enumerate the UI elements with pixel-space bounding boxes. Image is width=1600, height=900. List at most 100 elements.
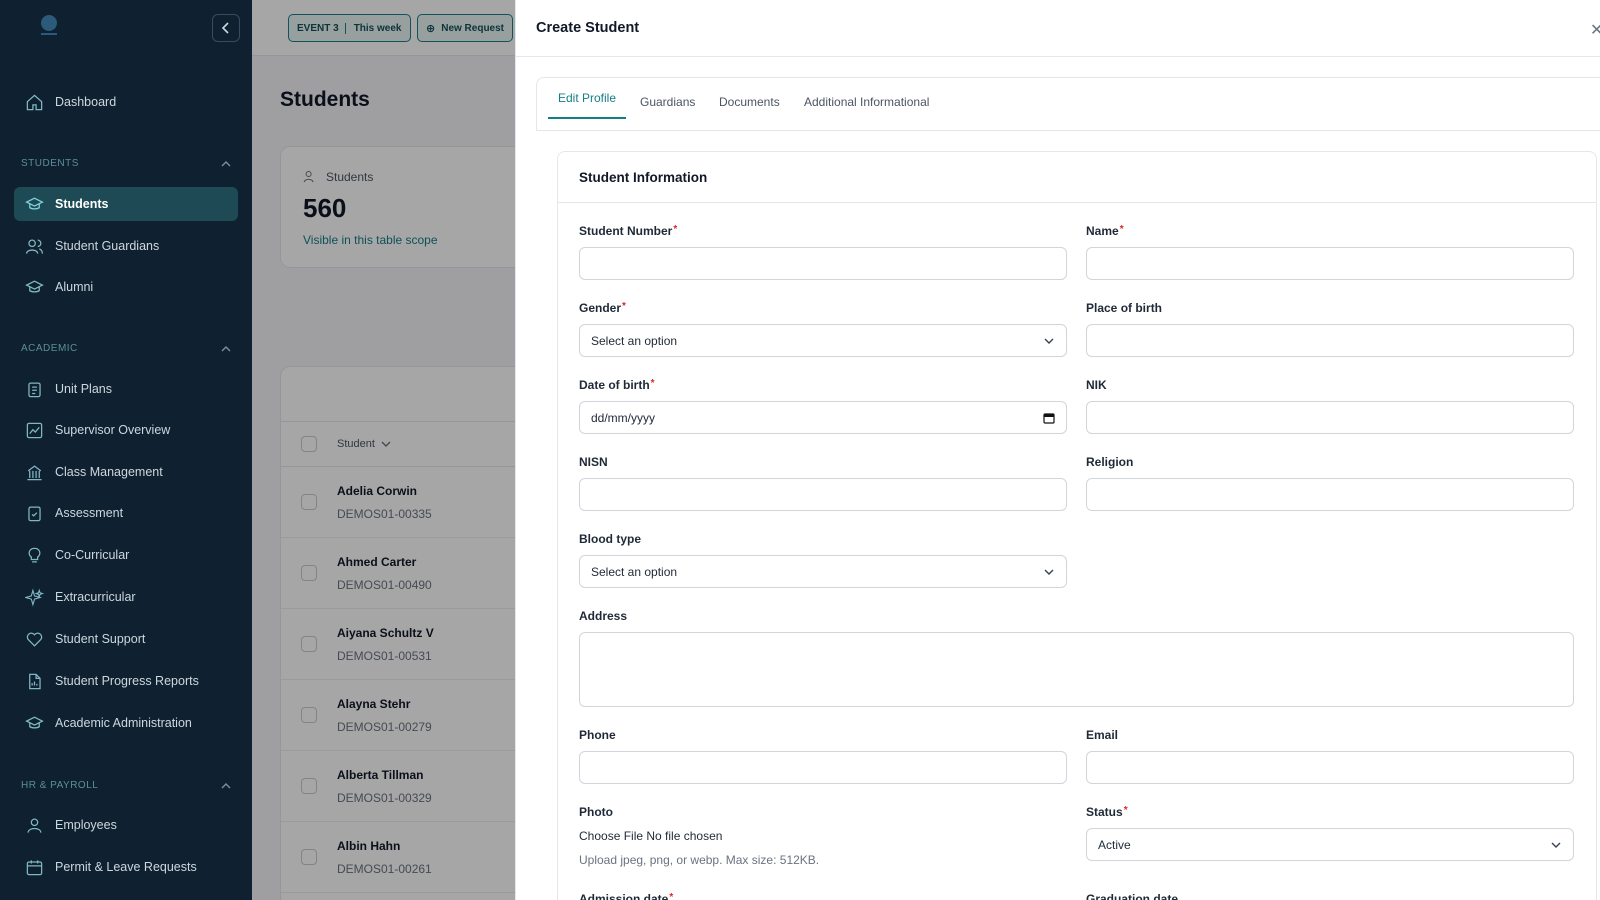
student-information-form: Student Information Student Number* Name… — [557, 151, 1597, 900]
tab-edit-profile[interactable]: Edit Profile — [548, 78, 627, 119]
photo-file-input[interactable]: Choose File No file chosen — [579, 829, 722, 843]
sidebar-item-label: Academic Administration — [55, 716, 192, 730]
chart-icon — [26, 422, 43, 438]
nisn-label: NISN — [579, 455, 608, 469]
email-input[interactable] — [1086, 751, 1574, 784]
create-student-panel: Create Student ✕ Edit Profile Guardians … — [515, 0, 1600, 900]
lightbulb-icon — [28, 547, 41, 562]
tab-guardians[interactable]: Guardians — [630, 78, 705, 125]
sidebar-item-label: Permit & Leave Requests — [55, 860, 197, 874]
sidebar-item-label: Co-Curricular — [55, 548, 130, 562]
blood-type-select[interactable]: Select an option — [579, 555, 1067, 588]
choose-file-button[interactable]: Choose File — [579, 829, 643, 843]
file-chart-icon — [29, 673, 41, 689]
chevron-down-icon — [1551, 842, 1561, 848]
logo[interactable] — [32, 12, 66, 40]
nik-input[interactable] — [1086, 401, 1574, 434]
student-number-input[interactable] — [579, 247, 1067, 280]
sidebar-item-extracurricular[interactable]: Extracurricular — [14, 580, 238, 614]
sidebar-item-label: Student Support — [55, 632, 146, 646]
home-icon — [26, 94, 43, 110]
sidebar-section-hr-payroll[interactable]: HR & PAYROLL — [21, 780, 231, 791]
sidebar-item-dashboard[interactable]: Dashboard — [14, 85, 238, 119]
chevron-left-icon — [221, 22, 229, 34]
photo-label: Photo — [579, 805, 613, 819]
sidebar-item-student-guardians[interactable]: Student Guardians — [14, 229, 238, 263]
sidebar-item-class-management[interactable]: Class Management — [14, 455, 238, 489]
sidebar-item-employees[interactable]: Employees — [14, 808, 238, 842]
sidebar-item-label: Student Guardians — [55, 239, 160, 253]
building-icon — [27, 464, 42, 480]
tabs: Edit Profile Guardians Documents Additio… — [536, 77, 1600, 131]
panel-title: Create Student — [536, 20, 640, 36]
sidebar-item-label: Student Progress Reports — [55, 674, 199, 688]
date-placeholder: dd/mm/yyyy — [591, 410, 656, 425]
blood-type-label: Blood type — [579, 532, 641, 546]
date-of-birth-input[interactable]: dd/mm/yyyy — [579, 401, 1067, 434]
sidebar-item-student-support[interactable]: Student Support — [14, 622, 238, 656]
sidebar-item-unit-plans[interactable]: Unit Plans — [14, 372, 238, 406]
form-header: Student Information — [558, 152, 1596, 203]
panel-header: Create Student ✕ — [516, 0, 1600, 57]
sidebar-item-label: Supervisor Overview — [55, 423, 171, 437]
date-of-birth-label: Date of birth* — [579, 378, 655, 392]
section-label: HR & PAYROLL — [21, 780, 99, 791]
sidebar-item-co-curricular[interactable]: Co-Curricular — [14, 538, 238, 572]
sidebar-item-student-progress-reports[interactable]: Student Progress Reports — [14, 664, 238, 698]
status-value: Active — [1098, 837, 1131, 852]
graduation-cap-icon — [25, 279, 44, 292]
sidebar-item-academic-administration[interactable]: Academic Administration — [14, 706, 238, 740]
sidebar-item-supervisor-overview[interactable]: Supervisor Overview — [14, 413, 238, 447]
chevron-down-icon — [1044, 338, 1054, 344]
email-label: Email — [1086, 728, 1119, 742]
sidebar-section-students[interactable]: STUDENTS — [21, 158, 231, 169]
tab-documents[interactable]: Documents — [709, 78, 790, 125]
chevron-up-icon — [221, 345, 231, 351]
file-status: No file chosen — [646, 829, 723, 843]
phone-input[interactable] — [579, 751, 1067, 784]
religion-input[interactable] — [1086, 478, 1574, 511]
religion-label: Religion — [1086, 455, 1134, 469]
nik-label: NIK — [1086, 378, 1107, 392]
section-title: Student Information — [579, 170, 708, 185]
calendar-icon — [1043, 412, 1055, 424]
status-select[interactable]: Active — [1086, 828, 1574, 861]
sidebar-item-assessment[interactable]: Assessment — [14, 496, 238, 530]
sidebar-item-label: Alumni — [55, 280, 94, 294]
graduation-cap-icon — [25, 715, 44, 728]
close-icon[interactable]: ✕ — [1590, 20, 1600, 40]
sidebar-section-academic[interactable]: ACADEMIC — [21, 343, 231, 354]
sidebar-item-students[interactable]: Students — [14, 187, 238, 221]
place-of-birth-label: Place of birth — [1086, 301, 1163, 315]
status-label: Status* — [1086, 805, 1128, 819]
sidebar-item-label: Employees — [55, 818, 117, 832]
sidebar-item-label: Dashboard — [55, 95, 117, 109]
section-label: ACADEMIC — [21, 343, 78, 354]
graduation-cap-icon — [25, 196, 44, 209]
chevron-up-icon — [221, 782, 231, 788]
nisn-input[interactable] — [579, 478, 1067, 511]
chevron-down-icon — [1044, 569, 1054, 575]
address-textarea[interactable] — [579, 632, 1574, 707]
sidebar-item-permit-leave-requests[interactable]: Permit & Leave Requests — [14, 850, 238, 884]
place-of-birth-input[interactable] — [1086, 324, 1574, 357]
user-icon — [27, 818, 42, 833]
name-label: Name* — [1086, 224, 1124, 238]
gender-select[interactable]: Select an option — [579, 324, 1067, 357]
sidebar-item-label: Unit Plans — [55, 382, 112, 396]
chevron-up-icon — [221, 160, 231, 166]
heart-icon — [26, 632, 43, 647]
tab-additional-informational[interactable]: Additional Informational — [794, 78, 939, 125]
admission-date-label: Admission date* — [579, 892, 674, 900]
clipboard-check-icon — [28, 506, 41, 521]
blood-type-value: Select an option — [591, 564, 678, 579]
users-icon — [25, 239, 44, 254]
collapse-sidebar-button[interactable] — [212, 14, 240, 42]
name-input[interactable] — [1086, 247, 1574, 280]
student-number-label: Student Number* — [579, 224, 678, 238]
sidebar-item-alumni[interactable]: Alumni — [14, 270, 238, 304]
phone-label: Phone — [579, 728, 616, 742]
graduation-date-label: Graduation date — [1086, 892, 1179, 900]
sparkles-icon — [25, 587, 44, 607]
address-label: Address — [579, 609, 628, 623]
